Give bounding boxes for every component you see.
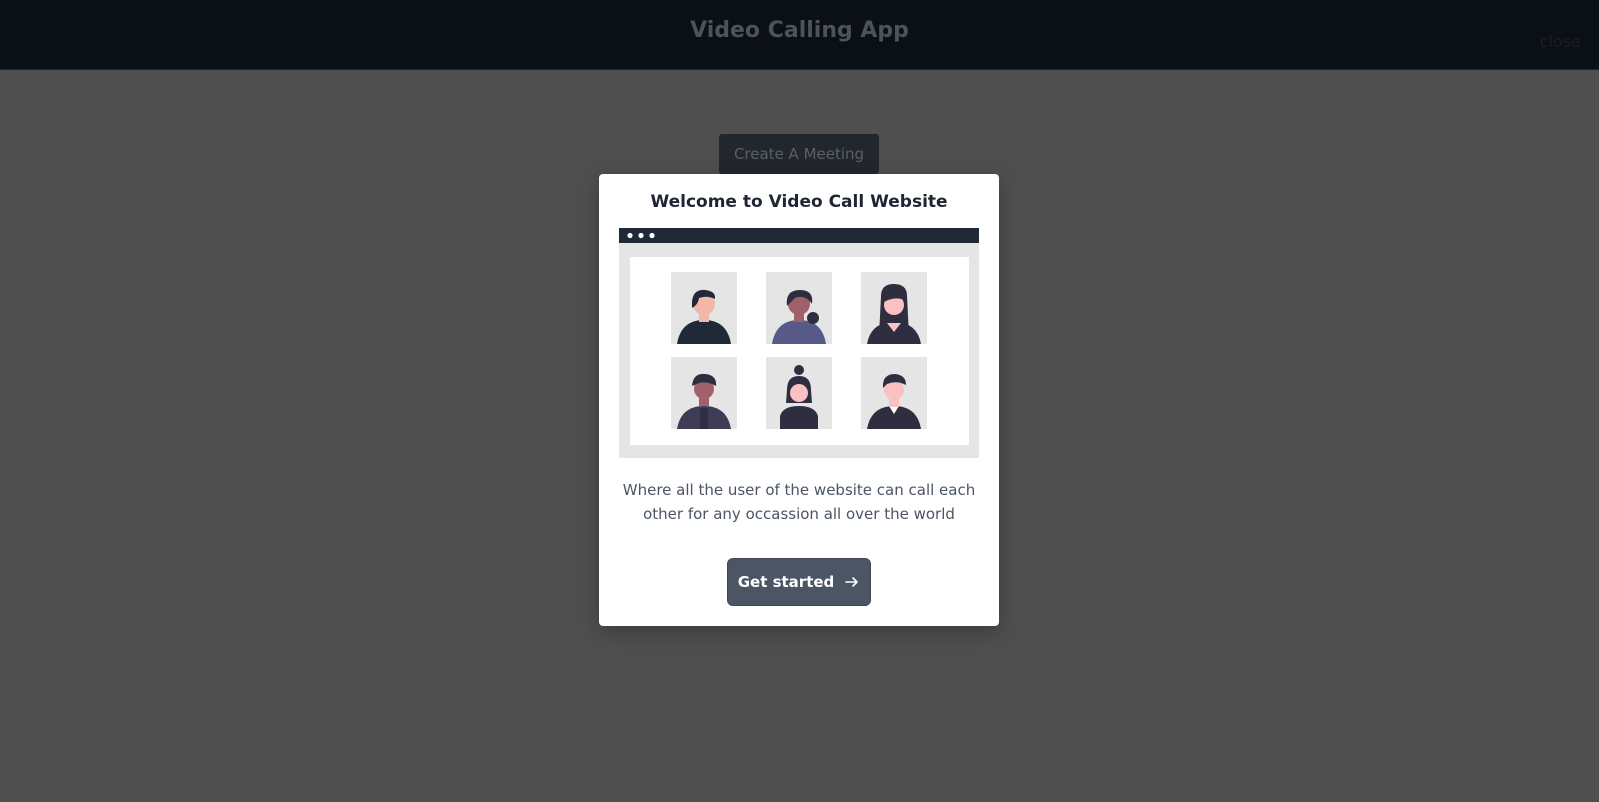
close-button[interactable]: close <box>1540 32 1581 51</box>
modal-description: Where all the user of the website can ca… <box>622 481 976 523</box>
top-navbar: Video Calling App close <box>0 0 1599 70</box>
app-title: Video Calling App <box>690 18 909 43</box>
modal-title: Welcome to Video Call Website <box>650 192 948 212</box>
arrow-right-icon <box>845 577 859 587</box>
video-call-grid-illustration <box>619 228 979 458</box>
get-started-label: Get started <box>737 573 835 591</box>
get-started-button[interactable]: Get started <box>727 558 871 606</box>
welcome-modal: Welcome to Video Call Website Where all … <box>599 174 999 626</box>
